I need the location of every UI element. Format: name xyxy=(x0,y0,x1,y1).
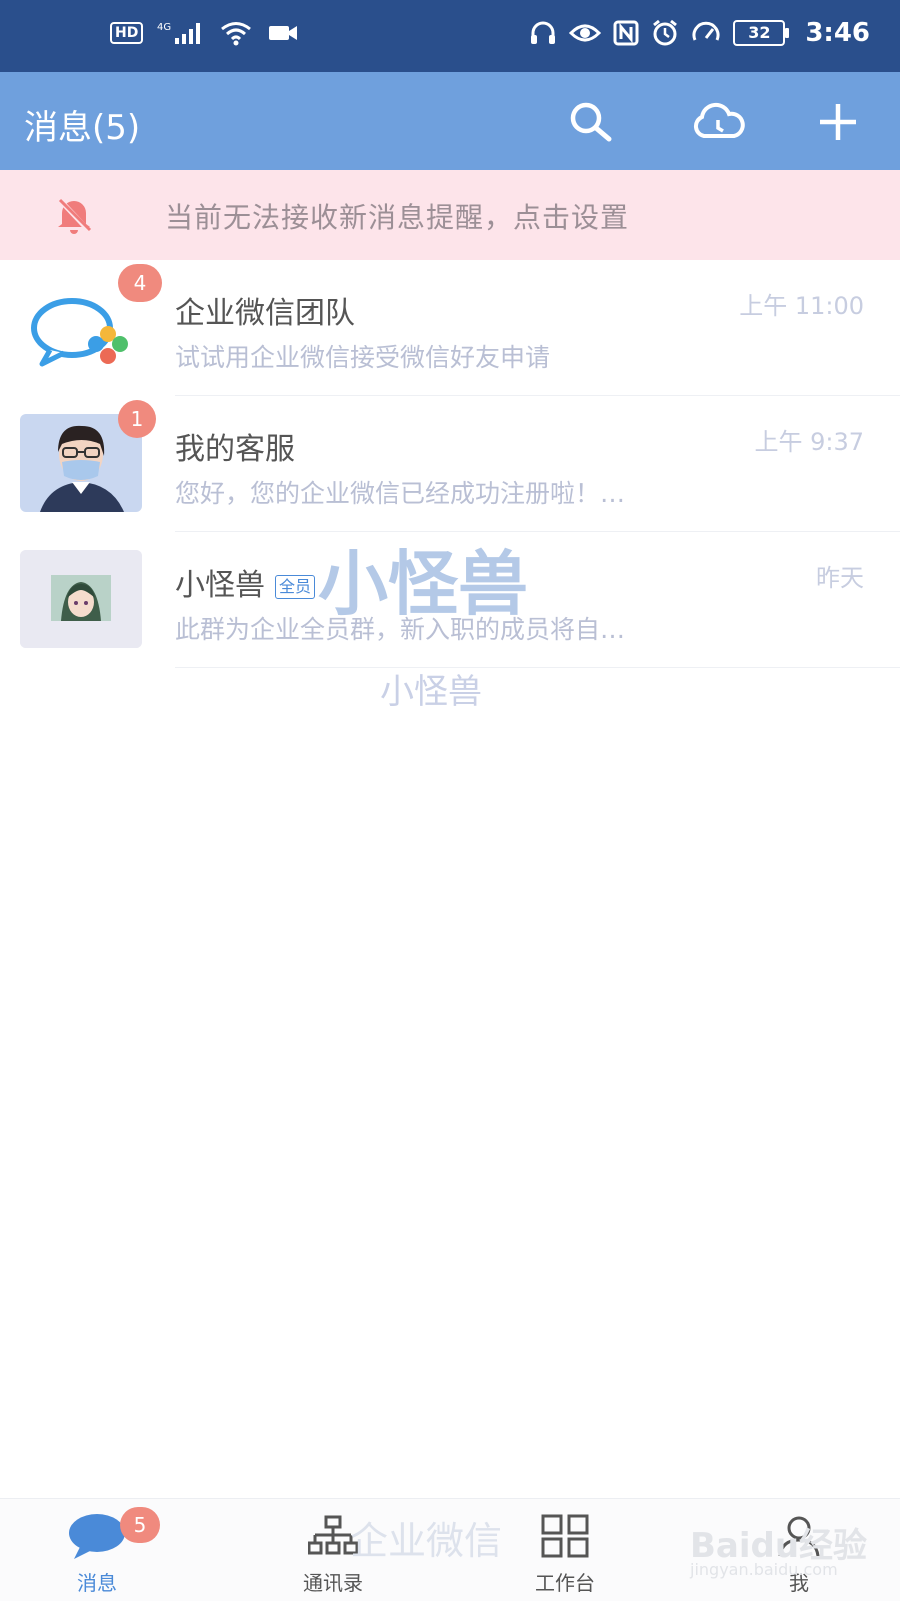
watermark-small: 小怪兽 xyxy=(380,672,482,712)
status-right: 32 3:46 xyxy=(529,18,870,48)
conversation-name: 企业微信团队 xyxy=(175,296,355,331)
all-members-tag: 全员 xyxy=(275,574,316,599)
tab-label: 通讯录 xyxy=(303,1571,363,1595)
headphones-icon xyxy=(529,20,557,46)
tab-label: 消息 xyxy=(77,1571,117,1595)
cloud-button[interactable] xyxy=(690,94,746,150)
battery-indicator: 32 xyxy=(733,20,790,46)
page-title: 消息(5) xyxy=(24,108,141,148)
plus-icon xyxy=(820,104,856,140)
alarm-icon xyxy=(651,19,679,47)
conversation-item[interactable]: 1 我的客服 上午 9:37 您好，您的企业微信已经成功注册啦！… xyxy=(0,396,900,532)
group-avatar xyxy=(20,550,142,648)
add-button[interactable] xyxy=(810,94,866,150)
cloud-icon xyxy=(693,102,745,138)
group-name: 小怪兽 xyxy=(175,568,265,603)
watermark-tabbar: 企业微信 xyxy=(350,1519,503,1563)
watermark-large: 小怪兽 xyxy=(318,543,528,625)
conversation-time: 上午 9:37 xyxy=(754,428,864,456)
notice-text: 当前无法接收新消息提醒，点击设置 xyxy=(165,201,630,234)
baidu-watermark-url: jingyan.baidu.com xyxy=(690,1560,838,1579)
tab-label: 工作台 xyxy=(535,1571,595,1595)
clock: 3:46 xyxy=(805,18,870,48)
conversation-preview: 您好，您的企业微信已经成功注册啦！… xyxy=(175,479,626,508)
wifi-icon xyxy=(219,20,253,46)
video-camera-icon xyxy=(267,23,299,43)
nfc-icon xyxy=(613,20,639,46)
conversation-preview: 试试用企业微信接受微信好友申请 xyxy=(175,343,551,372)
conversation-name: 我的客服 xyxy=(175,432,295,467)
divider xyxy=(175,667,900,668)
unread-badge: 1 xyxy=(118,400,156,438)
grid-icon xyxy=(500,1509,630,1563)
conversation-item[interactable]: 4 企业微信团队 上午 11:00 试试用企业微信接受微信好友申请 xyxy=(0,260,900,396)
unread-badge: 4 xyxy=(118,264,162,302)
notification-settings-banner[interactable]: 当前无法接收新消息提醒，点击设置 xyxy=(0,170,900,260)
conversation-name: 小怪兽 全员 xyxy=(175,560,316,604)
search-icon xyxy=(570,102,612,142)
tab-unread-badge: 5 xyxy=(120,1507,160,1543)
hd-icon: HD xyxy=(110,22,144,44)
app-bar: 消息(5) xyxy=(0,72,900,170)
tab-messages[interactable]: 5 消息 xyxy=(32,1499,162,1601)
speedometer-icon xyxy=(691,20,721,46)
tab-workbench[interactable]: 工作台 xyxy=(500,1499,630,1601)
status-bar: HD 4G 32 3:46 xyxy=(0,0,900,72)
bell-muted-icon xyxy=(52,194,96,240)
eye-icon xyxy=(569,21,602,45)
svg-text:4G: 4G xyxy=(157,22,171,33)
conversation-time: 上午 11:00 xyxy=(739,292,864,320)
search-button[interactable] xyxy=(562,94,618,150)
status-left: HD 4G xyxy=(110,20,299,46)
conversation-time: 昨天 xyxy=(816,564,864,592)
cellular-signal-icon: 4G xyxy=(157,20,205,46)
